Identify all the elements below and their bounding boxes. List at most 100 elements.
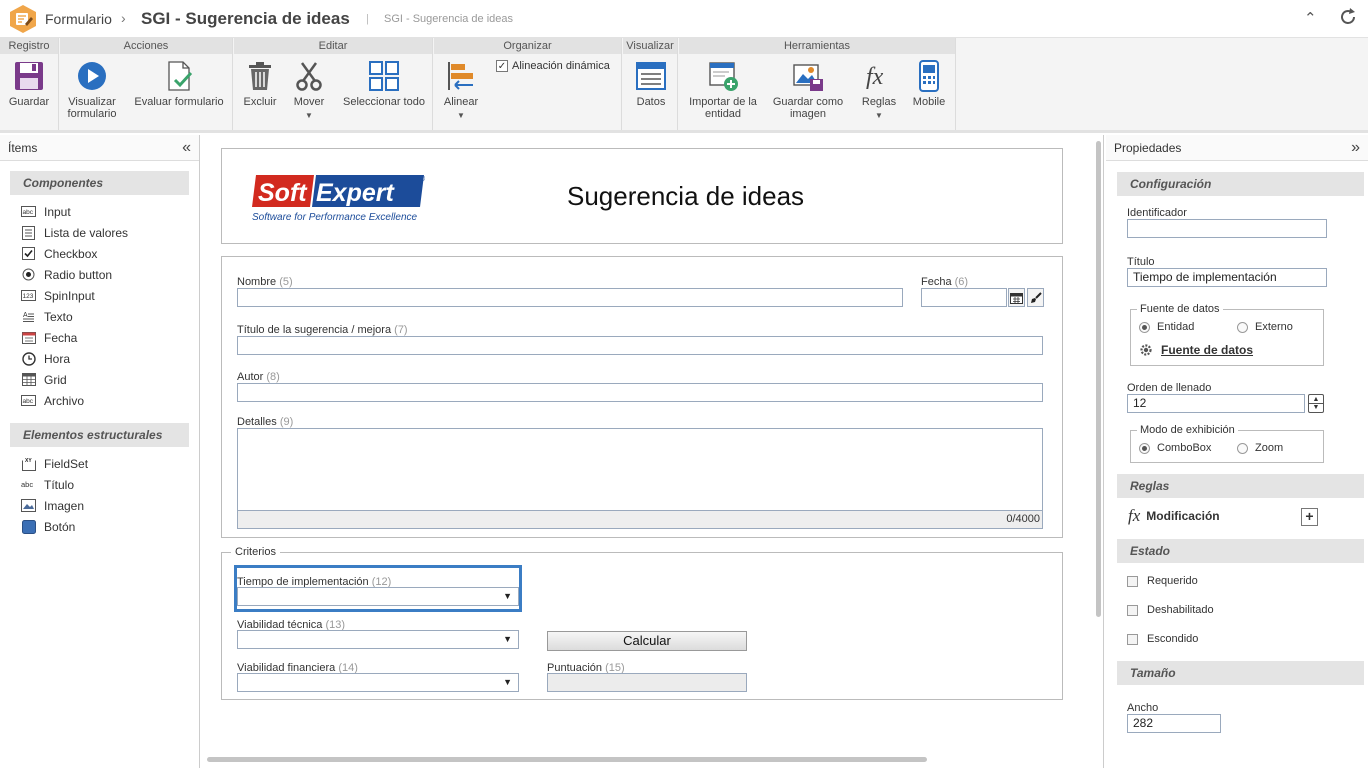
checkbox-unchecked-icon[interactable] bbox=[1127, 575, 1138, 587]
radio-unselected-icon[interactable] bbox=[1237, 442, 1248, 454]
align-dropdown-caret-icon[interactable]: ▼ bbox=[440, 110, 482, 122]
deshabilitado-checkbox[interactable]: Deshabilitado bbox=[1127, 604, 1214, 616]
title-bar: Formulario › SGI - Sugerencia de ideas |… bbox=[0, 0, 1368, 38]
collapse-up-icon[interactable]: ⌃ bbox=[1304, 9, 1317, 27]
evaluate-form-button[interactable]: Evaluar formulario bbox=[130, 58, 228, 108]
delete-button[interactable]: Excluir bbox=[240, 58, 280, 108]
fuente-entidad-radio[interactable]: Entidad bbox=[1139, 321, 1194, 333]
fuente-externo-radio[interactable]: Externo bbox=[1237, 321, 1293, 333]
orden-input[interactable]: 12 bbox=[1127, 394, 1305, 413]
components-list: abc Input Lista de valores Checkbox Radio bu… bbox=[0, 201, 199, 411]
clear-brush-icon[interactable] bbox=[1027, 288, 1044, 307]
items-panel-title: Ítems bbox=[8, 141, 38, 155]
move-button[interactable]: Mover ▼ bbox=[289, 58, 329, 122]
component-item[interactable]: Hora bbox=[0, 348, 199, 369]
group-organizar: Organizar Alinear ▼ ✓ Alineación dinámic… bbox=[434, 38, 622, 130]
modo-combobox-radio[interactable]: ComboBox bbox=[1139, 442, 1211, 454]
svg-text:XY: XY bbox=[25, 458, 32, 464]
modificacion-rule[interactable]: fx Modificación bbox=[1128, 506, 1220, 526]
component-item[interactable]: 123 SpinInput bbox=[0, 285, 199, 306]
structural-item[interactable]: abc Título bbox=[0, 474, 199, 495]
checkbox-unchecked-icon[interactable] bbox=[1127, 633, 1138, 645]
form-header[interactable]: Soft Expert ® Software for Performance E… bbox=[221, 148, 1063, 244]
orden-spinner[interactable]: ▲ ▼ bbox=[1308, 394, 1324, 413]
fuente-datos-link[interactable]: Fuente de datos bbox=[1139, 343, 1253, 357]
titulo-input[interactable]: Tiempo de implementación bbox=[1127, 268, 1327, 287]
identificador-input[interactable] bbox=[1127, 219, 1327, 238]
vertical-scrollbar[interactable] bbox=[1096, 141, 1101, 617]
checkbox-checked-icon[interactable]: ✓ bbox=[496, 60, 508, 72]
ancho-input[interactable]: 282 bbox=[1127, 714, 1221, 733]
checkbox-unchecked-icon[interactable] bbox=[1127, 604, 1138, 616]
mobile-button[interactable]: Mobile bbox=[907, 58, 951, 108]
radio-selected-icon[interactable] bbox=[1139, 442, 1150, 454]
data-button[interactable]: Datos bbox=[629, 58, 673, 108]
select-all-button[interactable]: Seleccionar todo bbox=[338, 58, 430, 108]
collapse-left-icon[interactable]: « bbox=[182, 135, 191, 161]
requerido-checkbox[interactable]: Requerido bbox=[1127, 575, 1198, 587]
breadcrumb-formulario[interactable]: Formulario bbox=[45, 11, 112, 27]
data-table-icon bbox=[636, 62, 666, 90]
import-entity-button[interactable]: Importar de la entidad bbox=[683, 58, 763, 120]
main-fields-section[interactable]: Nombre (5) Fecha (6) Título de la sugere… bbox=[221, 256, 1063, 538]
form-heading: Sugerencia de ideas bbox=[567, 181, 805, 211]
add-rule-icon[interactable]: + bbox=[1301, 508, 1318, 526]
tiempo-select[interactable]: ▼ bbox=[237, 587, 519, 606]
select-all-icon bbox=[369, 61, 399, 91]
component-item-label: Texto bbox=[44, 309, 73, 324]
viabilidad-tecnica-select[interactable]: ▼ bbox=[237, 630, 519, 649]
svg-text:abc: abc bbox=[21, 480, 33, 489]
select-all-label: Seleccionar todo bbox=[343, 96, 425, 108]
collapse-right-icon[interactable]: » bbox=[1351, 135, 1360, 161]
structural-item[interactable]: Botón bbox=[0, 516, 199, 537]
component-item-label: Hora bbox=[44, 351, 71, 366]
save-image-label-2: imagen bbox=[789, 108, 827, 120]
fuente-legend: Fuente de datos bbox=[1137, 303, 1223, 315]
component-item[interactable]: abc Input bbox=[0, 201, 199, 222]
component-item[interactable]: Radio button bbox=[0, 264, 199, 285]
radio-selected-icon[interactable] bbox=[1139, 321, 1150, 333]
spin-up-icon[interactable]: ▲ bbox=[1309, 395, 1323, 404]
save-button[interactable]: Guardar bbox=[0, 58, 58, 108]
puntuacion-input bbox=[547, 673, 747, 692]
logo-tagline: Software for Performance Excellence bbox=[252, 212, 418, 223]
modo-zoom-radio[interactable]: Zoom bbox=[1237, 442, 1283, 454]
horizontal-scrollbar[interactable] bbox=[207, 757, 927, 762]
dynamic-alignment-checkbox[interactable]: ✓ Alineación dinámica bbox=[496, 60, 610, 72]
structural-item[interactable]: XY FieldSet bbox=[0, 453, 199, 474]
rules-button[interactable]: fx Reglas ▼ bbox=[857, 58, 901, 122]
refresh-icon[interactable] bbox=[1338, 7, 1358, 27]
tamano-header: Tamaño bbox=[1117, 661, 1364, 685]
component-item-label: SpinInput bbox=[44, 288, 95, 303]
radio-unselected-icon[interactable] bbox=[1237, 321, 1248, 333]
component-item[interactable]: Checkbox bbox=[0, 243, 199, 264]
component-item[interactable]: Fecha bbox=[0, 327, 199, 348]
escondido-checkbox[interactable]: Escondido bbox=[1127, 633, 1198, 645]
criterios-fieldset[interactable]: Criterios Tiempo de implementación (12) … bbox=[221, 546, 1063, 700]
structural-item[interactable]: Imagen bbox=[0, 495, 199, 516]
viabilidad-financiera-select[interactable]: ▼ bbox=[237, 673, 519, 692]
fecha-input[interactable] bbox=[921, 288, 1007, 307]
preview-form-button[interactable]: Visualizar formulario bbox=[60, 58, 124, 120]
breadcrumb-chevron-icon: › bbox=[121, 10, 126, 26]
calcular-button[interactable]: Calcular bbox=[547, 631, 747, 651]
nombre-input[interactable] bbox=[237, 288, 903, 307]
calendar-icon[interactable] bbox=[1008, 288, 1025, 307]
save-image-button[interactable]: Guardar como imagen bbox=[769, 58, 847, 120]
detalles-textarea[interactable]: 0/4000 bbox=[237, 428, 1043, 529]
component-item[interactable]: A Texto bbox=[0, 306, 199, 327]
titulo-label: Título bbox=[1127, 256, 1155, 268]
component-item[interactable]: abc Archivo bbox=[0, 390, 199, 411]
component-item[interactable]: Grid bbox=[0, 369, 199, 390]
component-item[interactable]: Lista de valores bbox=[0, 222, 199, 243]
fuente-datos-link-text[interactable]: Fuente de datos bbox=[1161, 343, 1253, 357]
structural-item-label: Imagen bbox=[44, 498, 85, 513]
rules-dropdown-caret-icon[interactable]: ▼ bbox=[857, 110, 901, 122]
spin-down-icon[interactable]: ▼ bbox=[1309, 404, 1323, 412]
align-button[interactable]: Alinear ▼ bbox=[440, 58, 482, 122]
titulo-sugerencia-number: (7) bbox=[394, 324, 408, 336]
move-dropdown-caret-icon[interactable]: ▼ bbox=[289, 110, 329, 122]
spin-icon: 123 bbox=[21, 289, 36, 303]
autor-input[interactable] bbox=[237, 383, 1043, 402]
titulo-sugerencia-input[interactable] bbox=[237, 336, 1043, 355]
